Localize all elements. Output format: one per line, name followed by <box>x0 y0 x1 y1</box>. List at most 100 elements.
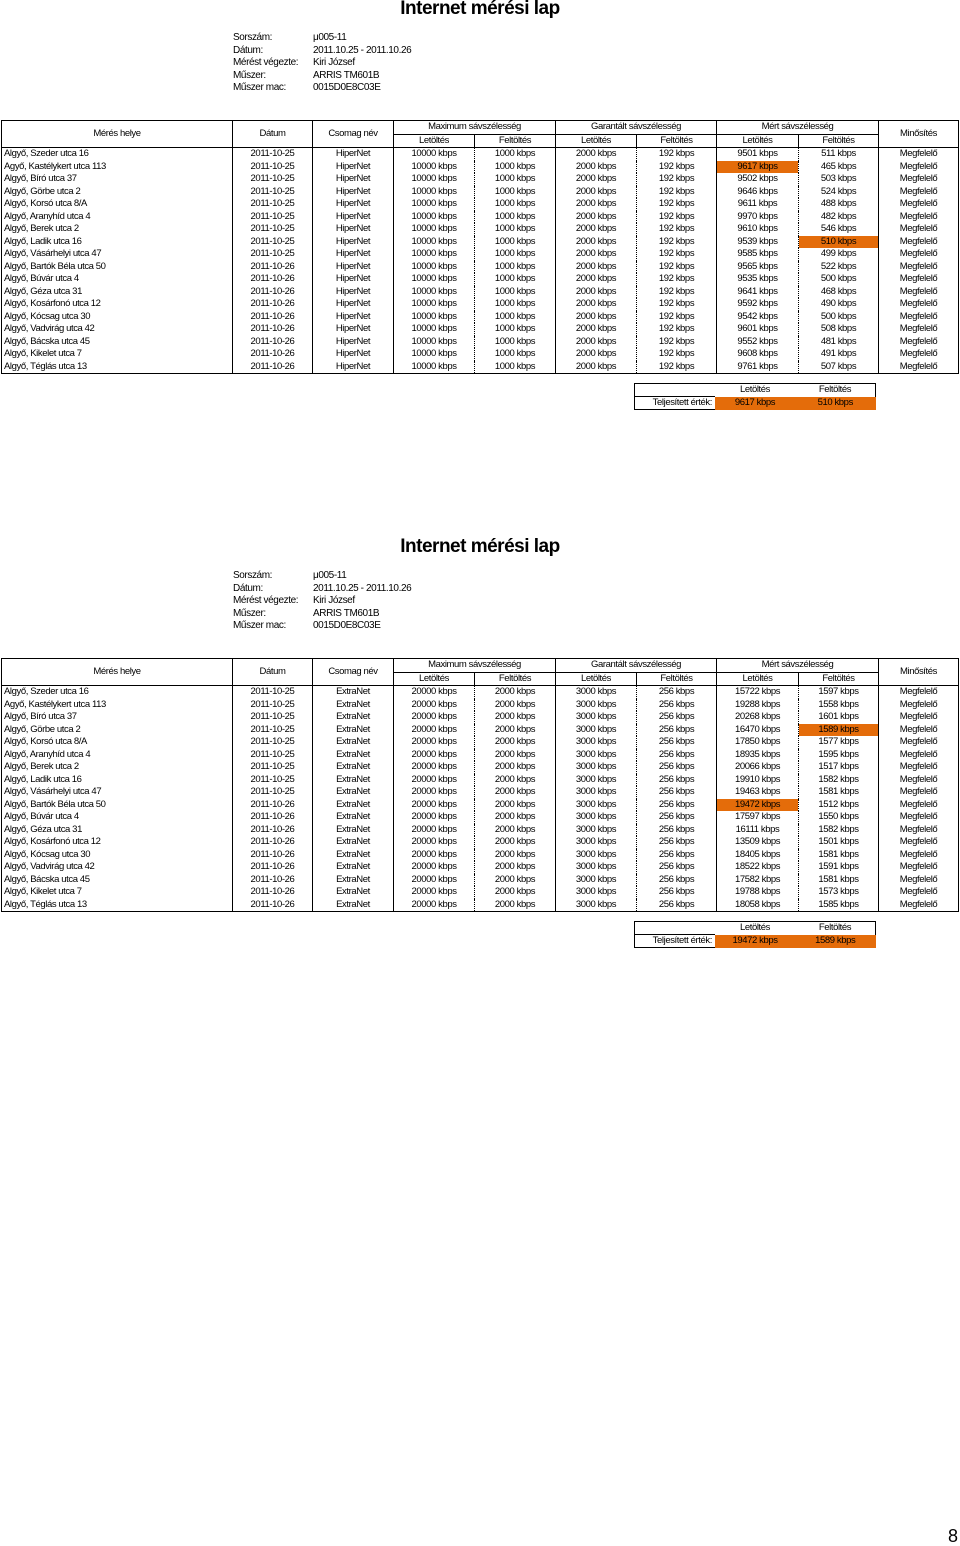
cell: 20000 kbps <box>393 811 475 824</box>
cell: HiperNet <box>312 323 394 336</box>
cell: 192 kbps <box>636 285 717 298</box>
cell: 2000 kbps <box>555 323 637 336</box>
table-row: Algyő, Vásárhelyi utca 47 2011-10-25 Extra… <box>1 786 959 799</box>
cell: Algyő, Szeder utca 16 <box>1 685 233 699</box>
cell: 256 kbps <box>636 723 717 736</box>
table-row: Algyő, Kikelet utca 7 2011-10-26 ExtraNet 2… <box>1 886 959 899</box>
cell: 3000 kbps <box>555 723 637 736</box>
table-row: Algyő, Szeder utca 16 2011-10-25 HiperNet 1… <box>1 147 959 161</box>
header-date: Dátum <box>232 120 313 148</box>
sheet-title: Internet mérési lap <box>400 536 560 557</box>
cell: HiperNet <box>312 160 394 173</box>
cell: 10000 kbps <box>393 285 475 298</box>
cell: 20000 kbps <box>393 711 475 724</box>
cell: 1597 kbps <box>798 685 879 699</box>
cell: 2000 kbps <box>555 298 637 311</box>
cell: 10000 kbps <box>393 198 475 211</box>
cell: 192 kbps <box>636 298 717 311</box>
cell: 2000 kbps <box>555 310 637 323</box>
cell: HiperNet <box>312 298 394 311</box>
table-row: Algyő, Vásárhelyi utca 47 2011-10-25 Hiper… <box>1 248 959 261</box>
cell: Megfelelő <box>878 886 959 899</box>
cell: 9585 kbps <box>716 248 799 261</box>
cell: 15722 kbps <box>716 685 799 699</box>
cell: 2011-10-26 <box>232 811 313 824</box>
summary-down: 9617 kbps <box>715 396 795 410</box>
cell: 2011-10-25 <box>232 248 313 261</box>
cell: Megfelelő <box>878 147 959 161</box>
cell: 2011-10-25 <box>232 173 313 186</box>
cell: Algyő, Búvár utca 4 <box>1 273 233 286</box>
cell: Megfelelő <box>878 898 959 912</box>
cell: 3000 kbps <box>555 711 637 724</box>
subheader-up: Feltöltés <box>474 671 556 686</box>
cell: 256 kbps <box>636 736 717 749</box>
cell: Algyő, Kócsag utca 30 <box>1 848 233 861</box>
subheader-up: Feltöltés <box>798 133 879 148</box>
cell: Megfelelő <box>878 798 959 811</box>
cell: 20000 kbps <box>393 723 475 736</box>
cell: 20000 kbps <box>393 786 475 799</box>
cell: Megfelelő <box>878 323 959 336</box>
table-row: Algyő, Berek utca 2 2011-10-25 ExtraNet 200… <box>1 761 959 774</box>
cell: 2000 kbps <box>474 836 556 849</box>
cell: 2011-10-25 <box>232 711 313 724</box>
cell: Megfelelő <box>878 748 959 761</box>
cell: 192 kbps <box>636 210 717 223</box>
cell: 2011-10-25 <box>232 736 313 749</box>
header-measured: Mért sávszélesség <box>716 120 879 135</box>
cell: Megfelelő <box>878 235 959 248</box>
cell: Algyő, Bartók Béla utca 50 <box>1 260 233 273</box>
cell: 2000 kbps <box>474 798 556 811</box>
cell: HiperNet <box>312 360 394 374</box>
cell: 9646 kbps <box>716 185 799 198</box>
cell: 2000 kbps <box>555 248 637 261</box>
cell: 192 kbps <box>636 198 717 211</box>
cell: 1591 kbps <box>798 861 879 874</box>
cell: 17597 kbps <box>716 811 799 824</box>
cell: Algyő, Bácska utca 45 <box>1 873 233 886</box>
cell: 10000 kbps <box>393 310 475 323</box>
cell: 2000 kbps <box>555 360 637 374</box>
cell: 2011-10-26 <box>232 873 313 886</box>
cell: Algyő, Téglás utca 13 <box>1 898 233 912</box>
summary-label: Teljesített érték: <box>634 396 715 410</box>
cell: 2011-10-26 <box>232 823 313 836</box>
cell: Megfelelő <box>878 736 959 749</box>
cell: Megfelelő <box>878 761 959 774</box>
cell: 2011-10-26 <box>232 886 313 899</box>
cell: Algyő, Vásárhelyi utca 47 <box>1 248 233 261</box>
cell: 1000 kbps <box>474 173 556 186</box>
header-guaranteed: Garantált sávszélesség <box>555 658 717 673</box>
cell: 2011-10-26 <box>232 898 313 912</box>
cell: 9608 kbps <box>716 348 799 361</box>
meta-value: 2011.10.25 - 2011.10.26 <box>313 582 412 594</box>
header-max: Maximum sávszélesség <box>393 120 556 135</box>
subheader-down: Letöltés <box>393 671 475 686</box>
cell: Megfelelő <box>878 223 959 236</box>
cell: 192 kbps <box>636 248 717 261</box>
table-row: Algyő, Kócsag utca 30 2011-10-26 HiperNet 1… <box>1 310 959 323</box>
cell: ExtraNet <box>312 723 394 736</box>
cell: 192 kbps <box>636 273 717 286</box>
cell: 10000 kbps <box>393 260 475 273</box>
cell: 491 kbps <box>798 348 879 361</box>
cell: 1581 kbps <box>798 848 879 861</box>
meta-label: Dátum: <box>233 44 263 56</box>
cell: 1000 kbps <box>474 185 556 198</box>
summary-up: 1589 kbps <box>795 934 876 948</box>
cell: 256 kbps <box>636 698 717 711</box>
table-row: Algyő, Kosárfonó utca 12 2011-10-26 ExtraN… <box>1 836 959 849</box>
cell: 490 kbps <box>798 298 879 311</box>
cell: 2000 kbps <box>555 198 637 211</box>
cell: 2000 kbps <box>555 160 637 173</box>
cell: Megfelelő <box>878 823 959 836</box>
cell: 2000 kbps <box>474 711 556 724</box>
meta-row: Sorszám: μ005-11 <box>233 32 411 45</box>
cell: 488 kbps <box>798 198 879 211</box>
meta-label: Műszer mac: <box>233 620 286 632</box>
cell: 10000 kbps <box>393 185 475 198</box>
cell: 192 kbps <box>636 323 717 336</box>
cell: 192 kbps <box>636 360 717 374</box>
cell: Megfelelő <box>878 185 959 198</box>
